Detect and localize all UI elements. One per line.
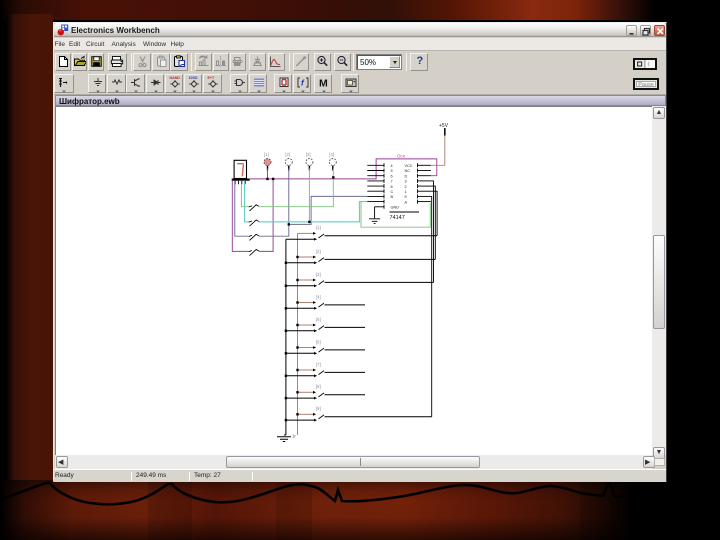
svg-text:74147: 74147 [390, 215, 405, 221]
svg-text:Осн: Осн [397, 154, 406, 159]
svg-text:[6]: [6] [316, 339, 321, 344]
svg-text:2: 2 [405, 185, 407, 189]
svg-text:GND: GND [391, 206, 400, 210]
svg-text:1r: 1r [292, 434, 296, 439]
svg-text:[9]: [9] [316, 406, 321, 411]
svg-text:A: A [405, 200, 408, 204]
svg-text:B: B [391, 195, 394, 199]
svg-text:[1]: [1] [264, 152, 269, 157]
svg-text:[1]: [1] [316, 225, 321, 230]
svg-text:[3]: [3] [306, 152, 311, 157]
svg-text:+5V: +5V [439, 123, 449, 129]
svg-text:6: 6 [391, 174, 393, 178]
svg-text:[3]: [3] [316, 272, 321, 277]
svg-text:3: 3 [405, 180, 407, 184]
svg-text:9: 9 [405, 195, 407, 199]
svg-text:1: 1 [405, 190, 407, 194]
svg-text:D: D [405, 174, 408, 178]
svg-text:[5]: [5] [316, 317, 321, 322]
svg-text:NC: NC [405, 169, 411, 173]
svg-text:[2]: [2] [316, 249, 321, 254]
svg-text:M: M [319, 77, 328, 89]
svg-text:7: 7 [391, 180, 393, 184]
svg-text:8: 8 [391, 185, 393, 189]
svg-text:5: 5 [391, 169, 393, 173]
svg-text:C: C [391, 190, 394, 194]
svg-text:[4]: [4] [329, 152, 334, 157]
svg-text:NAND: NAND [169, 76, 180, 80]
svg-text:VCC: VCC [405, 164, 413, 168]
svg-text:4: 4 [391, 164, 393, 168]
svg-text:[8]: [8] [316, 384, 321, 389]
svg-text:E+T: E+T [208, 76, 215, 80]
svg-text:[2]: [2] [285, 152, 290, 157]
svg-text:10SD: 10SD [189, 76, 198, 80]
svg-text:[7]: [7] [316, 362, 321, 367]
svg-text:[4]: [4] [316, 294, 321, 299]
svg-text:f: f [301, 77, 305, 87]
